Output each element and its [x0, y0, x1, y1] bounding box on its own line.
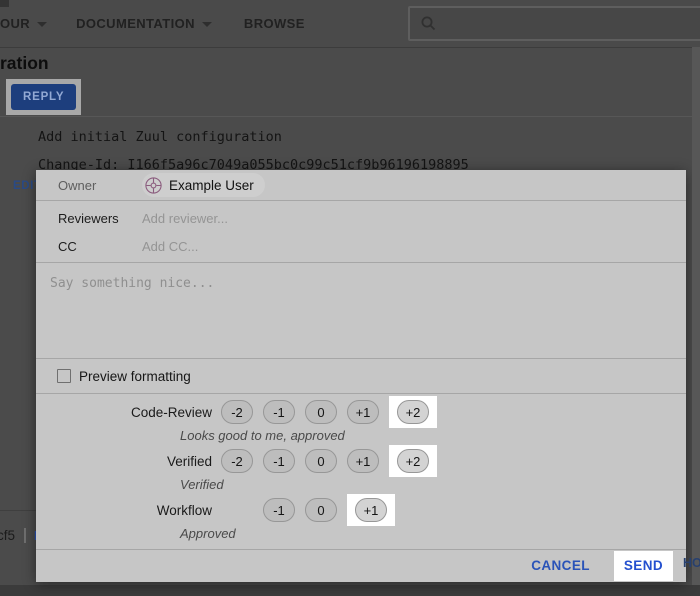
reviewers-row: Reviewers Add reviewer... — [36, 204, 686, 232]
vote-hint: Looks good to me, approved — [180, 429, 686, 443]
page-title-partial: ration — [0, 53, 49, 74]
cc-row: CC Add CC... — [36, 232, 686, 260]
vote-button-code-review-+1[interactable]: +1 — [347, 400, 379, 424]
vote-row-code-review: Code-Review -2 -1 0 +1 +2 — [36, 396, 686, 428]
nav-documentation-label: DOCUMENTATION — [76, 16, 195, 31]
vote-row-verified: Verified -2 -1 0 +1 +2 — [36, 445, 686, 477]
add-cc-input[interactable]: Add CC... — [142, 239, 198, 254]
reply-dialog: Owner Example User Reviewers Add reviewe… — [36, 170, 686, 582]
add-reviewer-input[interactable]: Add reviewer... — [142, 211, 228, 226]
highlight-box: REPLY — [6, 79, 81, 115]
main-nav: OUR DOCUMENTATION BROWSE — [0, 0, 305, 47]
owner-chip[interactable]: Example User — [142, 173, 265, 197]
cancel-button[interactable]: CANCEL — [531, 558, 590, 573]
search-icon — [420, 15, 437, 32]
scrollbar[interactable] — [692, 47, 700, 585]
vote-button-workflow-+1[interactable]: +1 — [355, 498, 387, 522]
vote-label: Workflow — [36, 503, 212, 518]
vote-hint: Approved — [180, 527, 686, 541]
message-placeholder: Say something nice... — [50, 276, 214, 291]
divider — [36, 200, 686, 201]
vote-buttons: -2 -1 0 +1 +2 — [222, 396, 436, 428]
screen: OUR DOCUMENTATION BROWSE ration REPLY Ad… — [0, 0, 700, 596]
owner-name: Example User — [169, 178, 254, 193]
owner-row: Owner Example User — [36, 170, 686, 200]
vote-button-code-review--1[interactable]: -1 — [263, 400, 295, 424]
vote-button-verified-+1[interactable]: +1 — [347, 449, 379, 473]
vote-button-verified--1[interactable]: -1 — [263, 449, 295, 473]
nav-documentation-menu[interactable]: DOCUMENTATION — [76, 16, 212, 31]
footer-link-partial[interactable]: HO — [683, 556, 700, 570]
commit-subject: Add initial Zuul configuration — [38, 129, 282, 145]
highlight-box: +1 — [347, 494, 395, 526]
vote-button-code-review-+2[interactable]: +2 — [397, 400, 429, 424]
nav-browse-label: BROWSE — [244, 16, 305, 31]
preview-checkbox[interactable] — [57, 369, 71, 383]
vote-buttons: -2 -1 0 +1 +2 — [222, 445, 436, 477]
send-button[interactable]: SEND — [624, 558, 663, 573]
nav-your-label: OUR — [0, 16, 30, 31]
search-input[interactable] — [408, 6, 700, 41]
vote-button-workflow-0[interactable]: 0 — [305, 498, 337, 522]
cc-label: CC — [58, 239, 142, 254]
vote-buttons: -1 0 +1 — [222, 494, 436, 526]
highlight-box: SEND — [614, 551, 673, 581]
chevron-down-icon — [202, 22, 212, 27]
owner-label: Owner — [58, 178, 142, 193]
sha-text: cf5 — [0, 528, 15, 543]
chevron-down-icon — [37, 22, 47, 27]
dialog-footer: CANCEL SEND — [36, 549, 686, 582]
highlight-box: +2 — [389, 396, 437, 428]
top-bar: OUR DOCUMENTATION BROWSE — [0, 0, 700, 48]
highlight-box: +2 — [389, 445, 437, 477]
avatar — [145, 177, 162, 194]
divider — [24, 528, 26, 543]
reply-button[interactable]: REPLY — [11, 84, 76, 110]
vote-label: Code-Review — [36, 405, 212, 420]
preview-formatting-label: Preview formatting — [79, 369, 191, 384]
preview-formatting-row: Preview formatting — [36, 359, 686, 393]
vote-button-workflow--1[interactable]: -1 — [263, 498, 295, 522]
divider — [0, 510, 36, 511]
vote-button-code-review-0[interactable]: 0 — [305, 400, 337, 424]
vote-button-verified-0[interactable]: 0 — [305, 449, 337, 473]
vote-button-verified-+2[interactable]: +2 — [397, 449, 429, 473]
divider — [0, 116, 700, 117]
nav-browse[interactable]: BROWSE — [244, 16, 305, 31]
vote-hint: Verified — [180, 478, 686, 492]
vote-button-code-review--2[interactable]: -2 — [221, 400, 253, 424]
message-textarea[interactable]: Say something nice... — [36, 263, 686, 358]
vote-section: Code-Review -2 -1 0 +1 +2 Looks good to me, … — [36, 394, 686, 543]
page-footer-strip — [0, 585, 700, 596]
reviewers-label: Reviewers — [58, 211, 142, 226]
nav-your-menu[interactable]: OUR — [0, 16, 47, 31]
vote-row-workflow: Workflow -1 0 +1 — [36, 494, 686, 526]
vote-button-verified--2[interactable]: -2 — [221, 449, 253, 473]
vote-label: Verified — [36, 454, 212, 469]
